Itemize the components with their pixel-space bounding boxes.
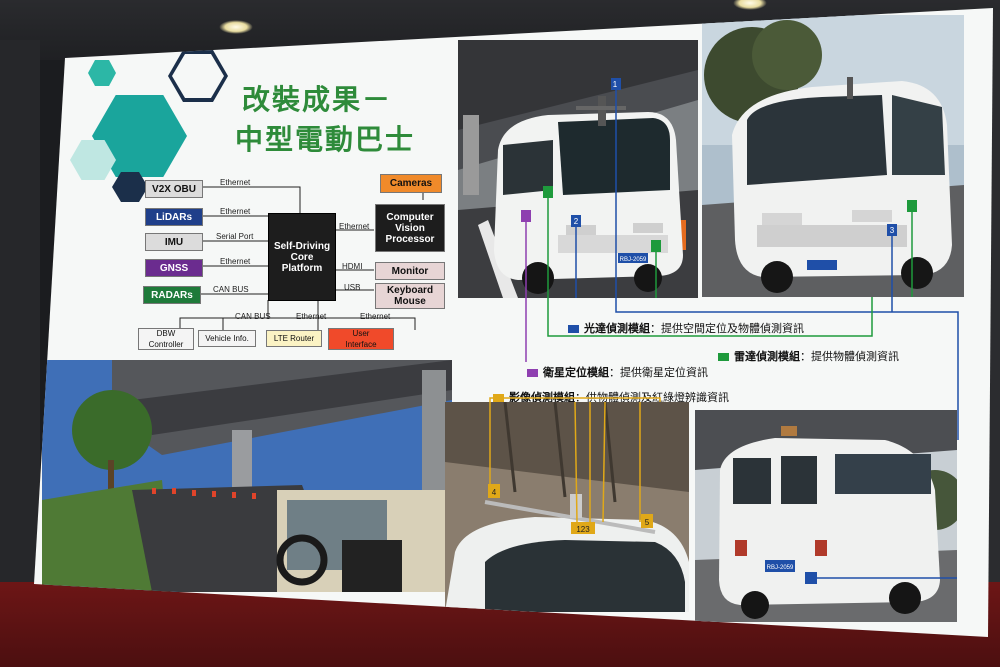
left-wall bbox=[0, 40, 40, 600]
projection-screen: 改裝成果－ 中型電動巴士 V2X OBU LiDARs IMU GNSS RAD… bbox=[34, 8, 993, 637]
ceiling-light bbox=[219, 20, 253, 34]
callout-lines bbox=[489, 297, 959, 440]
